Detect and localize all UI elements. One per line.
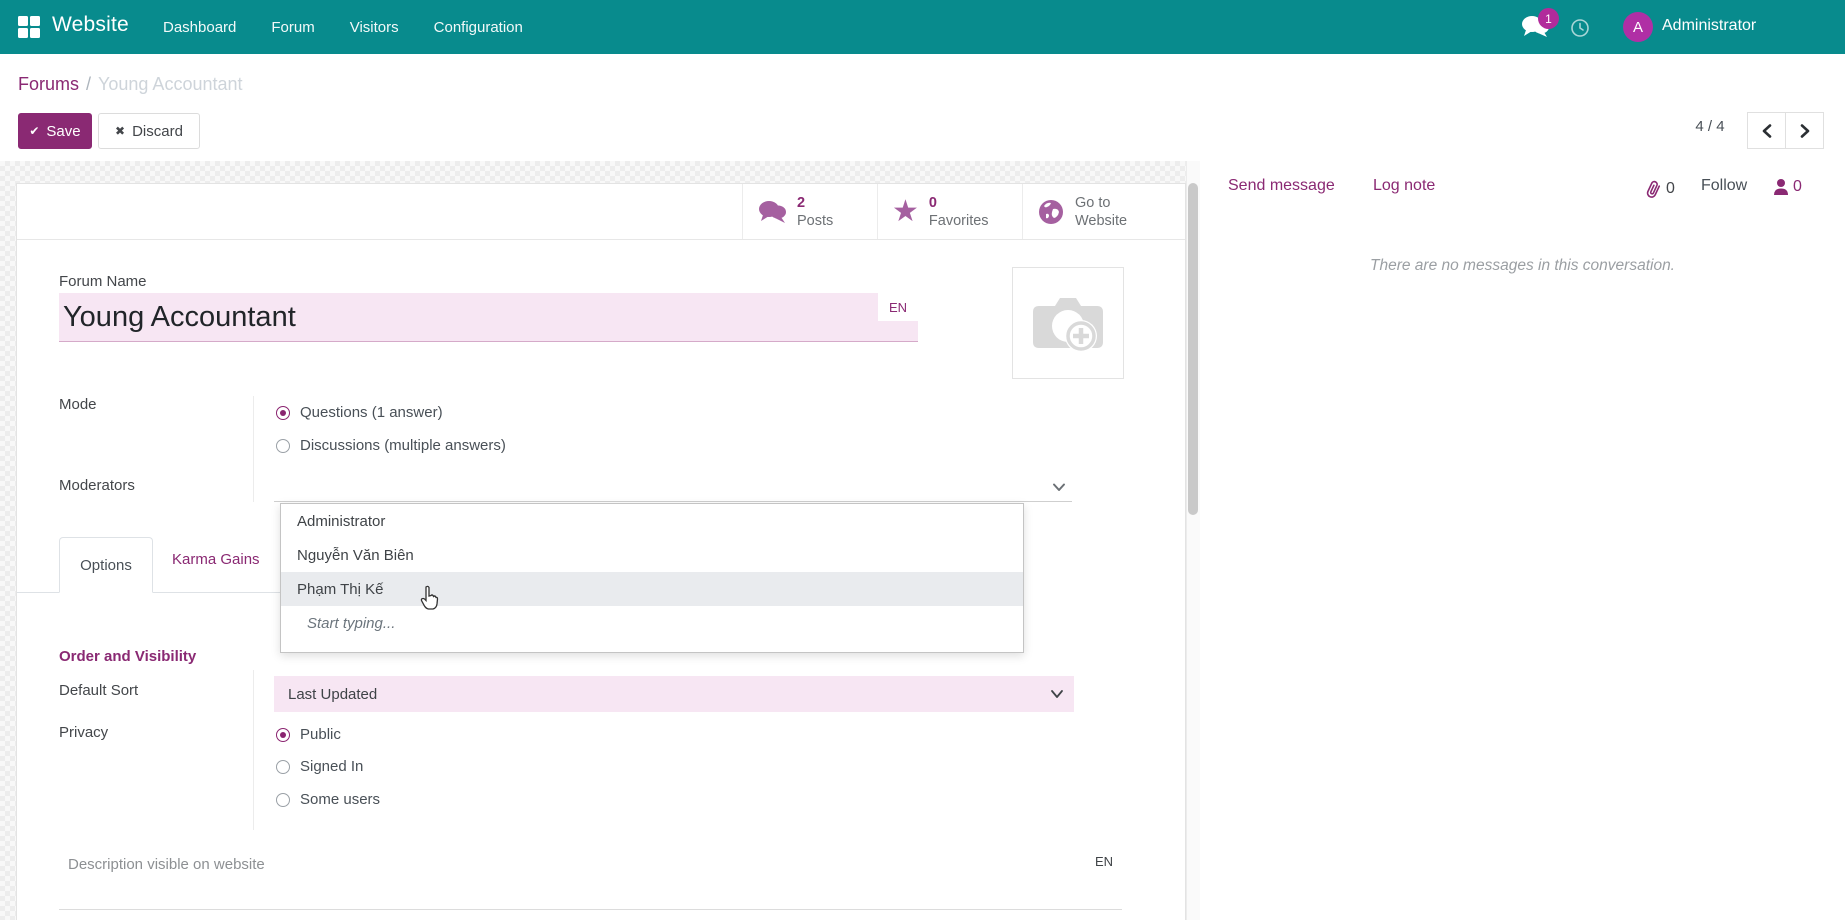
section-order-and-visibility: Order and Visibility bbox=[59, 648, 196, 665]
mode-label: Mode bbox=[59, 396, 97, 413]
go-to-website-button[interactable]: Go to Website bbox=[1022, 184, 1160, 239]
radio-unselected-icon bbox=[276, 793, 290, 807]
user-name[interactable]: Administrator bbox=[1662, 17, 1756, 35]
forum-image-upload[interactable] bbox=[1012, 267, 1124, 379]
nav-item-configuration[interactable]: Configuration bbox=[434, 19, 523, 36]
tab-options[interactable]: Options bbox=[59, 537, 153, 593]
dropdown-start-typing-hint[interactable]: Start typing... bbox=[281, 606, 1023, 640]
chevron-right-icon bbox=[1799, 124, 1811, 138]
camera-plus-icon bbox=[1025, 280, 1111, 366]
nav-item-forum[interactable]: Forum bbox=[271, 19, 314, 36]
form-group-divider bbox=[253, 670, 254, 830]
globe-icon bbox=[1037, 198, 1065, 226]
default-sort-value: Last Updated bbox=[288, 686, 377, 703]
app-name[interactable]: Website bbox=[52, 13, 129, 37]
favorites-count: 0 bbox=[929, 194, 989, 212]
radio-unselected-icon bbox=[276, 439, 290, 453]
favorites-stat-button[interactable]: ★ 0 Favorites bbox=[877, 184, 1022, 239]
send-message-button[interactable]: Send message bbox=[1228, 177, 1335, 195]
radio-selected-icon bbox=[276, 728, 290, 742]
check-icon: ✔ bbox=[29, 124, 39, 138]
breadcrumb-forums-link[interactable]: Forums bbox=[18, 74, 79, 94]
posts-label: Posts bbox=[797, 212, 833, 230]
follow-button[interactable]: Follow bbox=[1701, 177, 1747, 195]
select-chevron-down-icon bbox=[1050, 687, 1064, 704]
posts-stat-button[interactable]: 2 Posts bbox=[742, 184, 877, 239]
dropdown-item-pham-thi-ke[interactable]: Phạm Thị Kế bbox=[281, 572, 1023, 606]
pager-next-button[interactable] bbox=[1785, 112, 1824, 149]
description-language-badge[interactable]: EN bbox=[1095, 854, 1113, 869]
log-note-button[interactable]: Log note bbox=[1373, 177, 1435, 195]
go-to-website-line1: Go to bbox=[1075, 194, 1127, 212]
navbar-menu: Dashboard Forum Visitors Configuration bbox=[163, 0, 523, 54]
privacy-option-signed-in[interactable]: Signed In bbox=[276, 758, 363, 775]
messages-count-badge[interactable]: 1 bbox=[1538, 8, 1559, 29]
dropdown-item-nguyen-van-bien[interactable]: Nguyễn Văn Biên bbox=[281, 538, 1023, 572]
forum-name-value: Young Accountant bbox=[59, 301, 296, 334]
control-panel: Forums / Young Accountant ✔ Save ✖ Discard… bbox=[0, 54, 1845, 161]
attachments-button[interactable]: 0 bbox=[1645, 179, 1675, 199]
favorites-label: Favorites bbox=[929, 212, 989, 230]
moderators-dropdown-menu: Administrator Nguyễn Văn Biên Phạm Thị K… bbox=[280, 503, 1024, 653]
privacy-option-some-users[interactable]: Some users bbox=[276, 791, 380, 808]
radio-unselected-icon bbox=[276, 760, 290, 774]
save-button[interactable]: ✔ Save bbox=[18, 113, 92, 149]
dropdown-item-administrator[interactable]: Administrator bbox=[281, 504, 1023, 538]
moderators-dropdown-caret-icon[interactable] bbox=[1052, 479, 1066, 496]
posts-chat-icon bbox=[757, 199, 787, 225]
discard-button[interactable]: ✖ Discard bbox=[98, 113, 200, 149]
forum-name-label: Forum Name bbox=[59, 273, 147, 290]
default-sort-label: Default Sort bbox=[59, 682, 138, 699]
moderators-input[interactable] bbox=[274, 501, 1072, 502]
statusbar-divider bbox=[17, 239, 1185, 240]
chatter-empty-message: There are no messages in this conversati… bbox=[1200, 257, 1845, 275]
sheet-divider bbox=[59, 909, 1122, 910]
followers-count: 0 bbox=[1793, 178, 1802, 196]
user-avatar[interactable]: A bbox=[1623, 12, 1653, 42]
mode-option-questions[interactable]: Questions (1 answer) bbox=[276, 404, 443, 421]
radio-selected-icon bbox=[276, 406, 290, 420]
privacy-option-public[interactable]: Public bbox=[276, 726, 341, 743]
apps-grid-icon[interactable] bbox=[18, 16, 40, 38]
chevron-left-icon bbox=[1761, 124, 1773, 138]
person-icon bbox=[1773, 178, 1789, 196]
nav-item-visitors[interactable]: Visitors bbox=[350, 19, 399, 36]
attachments-count: 0 bbox=[1666, 180, 1675, 198]
default-sort-select[interactable]: Last Updated bbox=[274, 676, 1074, 712]
form-group-divider bbox=[253, 396, 254, 502]
posts-count: 2 bbox=[797, 194, 833, 212]
pager-value: 4 / 4 bbox=[1680, 118, 1740, 135]
privacy-label: Privacy bbox=[59, 724, 108, 741]
breadcrumb: Forums / Young Accountant bbox=[18, 74, 243, 95]
breadcrumb-separator: / bbox=[86, 74, 91, 94]
forum-name-language-badge[interactable]: EN bbox=[878, 293, 918, 321]
activities-clock-icon[interactable] bbox=[1570, 18, 1590, 38]
moderators-label: Moderators bbox=[59, 477, 135, 494]
star-icon: ★ bbox=[892, 197, 919, 227]
tab-karma-gains[interactable]: Karma Gains bbox=[172, 551, 260, 568]
pager-previous-button[interactable] bbox=[1747, 112, 1786, 149]
followers-button[interactable]: 0 bbox=[1773, 178, 1802, 196]
scrollbar-thumb[interactable] bbox=[1188, 183, 1198, 515]
go-to-website-line2: Website bbox=[1075, 212, 1127, 230]
forum-name-input[interactable]: Young Accountant bbox=[59, 293, 918, 342]
x-icon: ✖ bbox=[115, 124, 125, 138]
description-field[interactable]: Description visible on website bbox=[68, 856, 265, 873]
paperclip-icon bbox=[1645, 179, 1662, 199]
top-navbar: Website Dashboard Forum Visitors Configu… bbox=[0, 0, 1845, 54]
breadcrumb-current: Young Accountant bbox=[98, 74, 242, 94]
nav-item-dashboard[interactable]: Dashboard bbox=[163, 19, 236, 36]
mode-option-discussions[interactable]: Discussions (multiple answers) bbox=[276, 437, 506, 454]
